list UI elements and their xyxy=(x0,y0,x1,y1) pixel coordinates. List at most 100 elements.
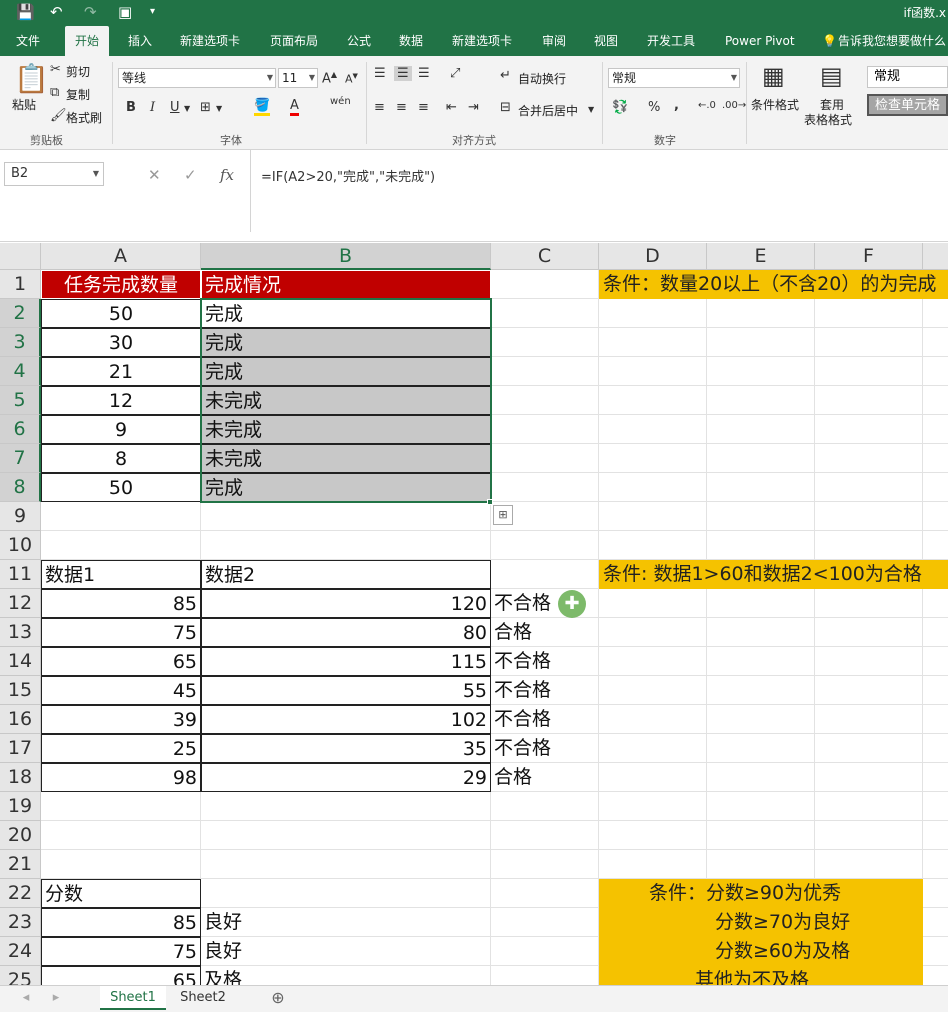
cell-b2[interactable]: 完成 xyxy=(201,299,491,328)
grid-cell[interactable] xyxy=(923,618,948,647)
grid-cell[interactable] xyxy=(201,531,491,560)
row-header-2[interactable]: 2 xyxy=(0,299,41,328)
cell-c16[interactable]: 不合格 xyxy=(491,705,599,734)
grid-cell[interactable] xyxy=(707,850,815,879)
cell-b16[interactable]: 102 xyxy=(201,705,491,734)
cell-c14[interactable]: 不合格 xyxy=(491,647,599,676)
increase-font-icon[interactable]: A▲ xyxy=(322,70,337,86)
cell-a23[interactable]: 85 xyxy=(41,908,201,937)
decrease-font-icon[interactable]: A▼ xyxy=(345,72,358,86)
comma-button[interactable]: , xyxy=(674,98,679,113)
percent-button[interactable]: % xyxy=(648,100,660,115)
tab-page-layout[interactable]: 页面布局 xyxy=(270,26,318,56)
grid-cell[interactable] xyxy=(815,531,923,560)
cell-b23[interactable]: 良好 xyxy=(201,908,491,937)
row-header-22[interactable]: 22 xyxy=(0,879,41,908)
grid-cell[interactable] xyxy=(707,647,815,676)
grid-cell[interactable] xyxy=(491,850,599,879)
chevron-down-icon[interactable]: ▼ xyxy=(216,104,222,113)
grid-cell[interactable] xyxy=(815,647,923,676)
condition-note-2[interactable]: 条件: 数据1>60和数据2<100为合格 xyxy=(599,560,948,589)
grid-cell[interactable] xyxy=(815,618,923,647)
column-header-g[interactable] xyxy=(923,243,948,270)
grid-cell[interactable] xyxy=(707,618,815,647)
wrap-text-button[interactable]: 自动换行 xyxy=(518,70,566,87)
align-middle-icon[interactable]: ☰ xyxy=(394,66,412,81)
align-bottom-icon[interactable]: ☰ xyxy=(418,66,430,81)
tab-file[interactable]: 文件 xyxy=(16,26,40,56)
cell-b24[interactable]: 良好 xyxy=(201,937,491,966)
grid-cell[interactable] xyxy=(491,531,599,560)
cell-a4[interactable]: 21 xyxy=(41,357,201,386)
tab-power-pivot[interactable]: Power Pivot xyxy=(725,26,795,56)
grid-cell[interactable] xyxy=(491,937,599,966)
cell-b13[interactable]: 80 xyxy=(201,618,491,647)
grid-cell[interactable] xyxy=(707,444,815,473)
row-header-23[interactable]: 23 xyxy=(0,908,41,937)
row-header-12[interactable]: 12 xyxy=(0,589,41,618)
grid-cell[interactable] xyxy=(599,386,707,415)
grid-cell[interactable] xyxy=(815,299,923,328)
grid-cell[interactable] xyxy=(923,647,948,676)
tab-review[interactable]: 审阅 xyxy=(542,26,566,56)
cell-a3[interactable]: 30 xyxy=(41,328,201,357)
grid-cell[interactable] xyxy=(707,357,815,386)
row-header-13[interactable]: 13 xyxy=(0,618,41,647)
align-center-icon[interactable]: ≡ xyxy=(396,100,407,115)
grid-cell[interactable] xyxy=(815,357,923,386)
grid-cell[interactable] xyxy=(491,879,599,908)
row-header-9[interactable]: 9 xyxy=(0,502,41,531)
row-header-18[interactable]: 18 xyxy=(0,763,41,792)
grid-cell[interactable] xyxy=(815,734,923,763)
column-header-b[interactable]: B xyxy=(201,243,491,270)
underline-button[interactable]: U xyxy=(170,100,180,115)
column-header-e[interactable]: E xyxy=(707,243,815,270)
increase-decimal-icon[interactable]: ←.0 xyxy=(698,100,716,111)
border-icon[interactable]: ⊞ xyxy=(200,100,211,115)
cell-a16[interactable]: 39 xyxy=(41,705,201,734)
tab-developer[interactable]: 开发工具 xyxy=(647,26,695,56)
grid-cell[interactable] xyxy=(815,821,923,850)
scroll-right-icon[interactable]: ▸ xyxy=(48,986,64,1010)
cancel-icon[interactable]: ✕ xyxy=(148,166,161,184)
condition-note-1[interactable]: 条件：数量20以上（不含20）的为完成 xyxy=(599,270,948,299)
grid-cell[interactable] xyxy=(201,502,491,531)
grid-cell[interactable] xyxy=(815,328,923,357)
format-painter-button[interactable]: 格式刷 xyxy=(66,109,102,126)
grid-cell[interactable] xyxy=(815,705,923,734)
grid-cell[interactable] xyxy=(707,705,815,734)
tab-data[interactable]: 数据 xyxy=(399,26,423,56)
column-header-d[interactable]: D xyxy=(599,243,707,270)
grid-cell[interactable] xyxy=(599,792,707,821)
grid-cell[interactable] xyxy=(923,966,948,985)
row-header-21[interactable]: 21 xyxy=(0,850,41,879)
column-header-a[interactable]: A xyxy=(41,243,201,270)
cell-b8[interactable]: 完成 xyxy=(201,473,491,502)
row-header-25[interactable]: 25 xyxy=(0,966,41,985)
cell-a1[interactable]: 任务完成数量 xyxy=(41,270,201,299)
cell-b4[interactable]: 完成 xyxy=(201,357,491,386)
tab-formulas[interactable]: 公式 xyxy=(347,26,371,56)
column-header-c[interactable]: C xyxy=(491,243,599,270)
cell-c17[interactable]: 不合格 xyxy=(491,734,599,763)
grid-cell[interactable] xyxy=(599,589,707,618)
row-header-5[interactable]: 5 xyxy=(0,386,41,415)
grid-cell[interactable] xyxy=(599,299,707,328)
cell-a15[interactable]: 45 xyxy=(41,676,201,705)
row-header-15[interactable]: 15 xyxy=(0,676,41,705)
add-sheet-icon[interactable]: ⊕ xyxy=(268,986,288,1010)
grid-cell[interactable] xyxy=(599,676,707,705)
grid-cell[interactable] xyxy=(599,531,707,560)
enter-icon[interactable]: ✓ xyxy=(184,166,197,184)
grid-cell[interactable] xyxy=(707,473,815,502)
chevron-down-icon[interactable]: ▼ xyxy=(588,105,594,114)
undo-icon[interactable]: ↶ xyxy=(50,3,63,21)
grid-cell[interactable] xyxy=(923,444,948,473)
grid-cell[interactable] xyxy=(491,415,599,444)
cell-a2[interactable]: 50 xyxy=(41,299,201,328)
cell-c13[interactable]: 合格 xyxy=(491,618,599,647)
cell-a24[interactable]: 75 xyxy=(41,937,201,966)
paste-icon[interactable]: 📋 xyxy=(14,62,49,95)
row-header-8[interactable]: 8 xyxy=(0,473,41,502)
phonetic-button[interactable]: wén xyxy=(330,96,351,107)
